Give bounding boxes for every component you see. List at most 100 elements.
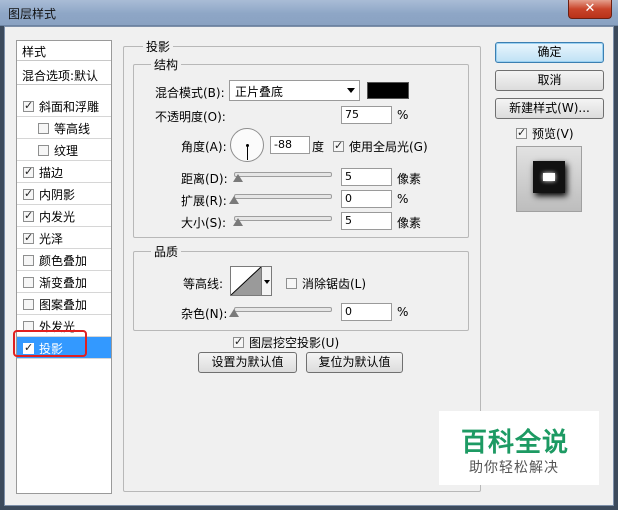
highlight-box <box>13 330 87 357</box>
antialias-checkbox[interactable]: 消除锯齿(L) <box>286 275 366 292</box>
antialias-label: 消除锯齿(L) <box>302 277 367 291</box>
checkbox-icon[interactable] <box>23 209 34 222</box>
checkbox-icon[interactable] <box>23 277 34 288</box>
chevron-down-icon <box>347 88 355 93</box>
spread-slider-thumb[interactable] <box>229 196 239 204</box>
watermark: 百科全说 助你轻松解决 <box>439 411 599 485</box>
blend-mode-select[interactable]: 正片叠底 <box>229 80 360 101</box>
style-list-item-label: 光泽 <box>39 232 64 246</box>
angle-unit: 度 <box>312 140 325 154</box>
size-slider-thumb[interactable] <box>233 218 243 226</box>
size-unit: 像素 <box>397 216 422 230</box>
drop-shadow-title: 投影 <box>143 38 174 55</box>
checkbox-icon[interactable] <box>23 299 34 310</box>
style-list-item[interactable]: 颜色叠加 <box>17 249 111 271</box>
opacity-input[interactable]: 75 <box>341 106 392 124</box>
style-list-item-label: 图案叠加 <box>39 298 88 312</box>
antialias-check-icon <box>286 278 297 289</box>
distance-unit: 像素 <box>397 172 422 186</box>
style-list-item[interactable]: 纹理 <box>17 139 111 161</box>
spread-slider-track[interactable] <box>234 194 332 199</box>
knockout-label: 图层挖空投影(U) <box>249 336 340 350</box>
style-list-item-label: 描边 <box>39 166 64 180</box>
blend-options-item[interactable]: 混合选项:默认 <box>17 65 111 85</box>
checkbox-icon[interactable] <box>38 145 49 156</box>
style-list-item[interactable]: 内发光 <box>17 205 111 227</box>
window-title: 图层样式 <box>8 7 57 21</box>
global-light-check-icon <box>333 139 344 152</box>
preview-label: 预览(V) <box>532 127 574 141</box>
new-style-button[interactable]: 新建样式(W)... <box>495 98 604 119</box>
blend-mode-label: 混合模式(B): <box>155 86 225 100</box>
style-list-item-label: 内阴影 <box>39 188 76 202</box>
watermark-subtitle: 助你轻松解决 <box>469 460 559 476</box>
opacity-unit: % <box>397 108 409 122</box>
distance-label: 距离(D): <box>181 172 228 186</box>
knockout-check-icon <box>233 335 244 348</box>
noise-input[interactable]: 0 <box>341 303 392 321</box>
style-list-item-label: 渐变叠加 <box>39 276 88 290</box>
checkbox-icon[interactable] <box>23 255 34 266</box>
ok-button[interactable]: 确定 <box>495 42 604 63</box>
dialog-body: 样式 混合选项:默认 斜面和浮雕等高线纹理描边内阴影内发光光泽颜色叠加渐变叠加图… <box>4 26 614 506</box>
global-light-label: 使用全局光(G) <box>349 140 428 154</box>
shadow-color-swatch[interactable] <box>367 82 409 99</box>
contour-label: 等高线: <box>183 277 224 291</box>
checkbox-icon[interactable] <box>23 99 34 112</box>
quality-title: 品质 <box>151 243 182 260</box>
distance-slider-track[interactable] <box>234 172 332 177</box>
style-list-header[interactable]: 样式 <box>17 41 111 61</box>
title-bar: 图层样式 ✕ <box>0 0 618 26</box>
noise-label: 杂色(N): <box>181 307 228 321</box>
angle-input[interactable]: -88 <box>270 136 310 154</box>
distance-slider-thumb[interactable] <box>233 174 243 182</box>
checkbox-icon[interactable] <box>38 123 49 134</box>
cancel-button[interactable]: 取消 <box>495 70 604 91</box>
style-list-item[interactable]: 渐变叠加 <box>17 271 111 293</box>
style-list: 样式 混合选项:默认 斜面和浮雕等高线纹理描边内阴影内发光光泽颜色叠加渐变叠加图… <box>16 40 112 494</box>
structure-title: 结构 <box>151 56 182 73</box>
make-default-button[interactable]: 设置为默认值 <box>198 352 297 373</box>
noise-slider-track[interactable] <box>234 307 332 312</box>
contour-picker[interactable] <box>230 266 262 296</box>
preview-check-icon <box>516 126 527 139</box>
preview-glow <box>543 173 555 181</box>
checkbox-icon[interactable] <box>23 187 34 200</box>
preview-thumbnail <box>516 146 582 212</box>
style-list-item[interactable]: 图案叠加 <box>17 293 111 315</box>
angle-label: 角度(A): <box>181 140 227 154</box>
opacity-label: 不透明度(O): <box>155 110 226 124</box>
global-light-checkbox[interactable]: 使用全局光(G) <box>333 138 428 155</box>
style-list-item[interactable]: 描边 <box>17 161 111 183</box>
reset-default-button[interactable]: 复位为默认值 <box>306 352 403 373</box>
knockout-checkbox[interactable]: 图层挖空投影(U) <box>233 334 339 351</box>
size-input[interactable]: 5 <box>341 212 392 230</box>
style-list-item-label: 纹理 <box>54 144 79 158</box>
style-list-item[interactable]: 斜面和浮雕 <box>17 95 111 117</box>
style-list-item[interactable]: 内阴影 <box>17 183 111 205</box>
spread-label: 扩展(R): <box>181 194 227 208</box>
contour-dropdown[interactable] <box>262 266 272 296</box>
blend-mode-value: 正片叠底 <box>235 85 284 99</box>
angle-center-dot <box>246 144 249 147</box>
angle-dial[interactable] <box>230 128 264 162</box>
size-slider-track[interactable] <box>234 216 332 221</box>
style-list-item[interactable]: 等高线 <box>17 117 111 139</box>
style-list-item-label: 颜色叠加 <box>39 254 88 268</box>
distance-input[interactable]: 5 <box>341 168 392 186</box>
preview-shape <box>533 161 565 193</box>
spread-input[interactable]: 0 <box>341 190 392 208</box>
close-button[interactable]: ✕ <box>568 0 612 19</box>
checkbox-icon[interactable] <box>23 165 34 178</box>
style-list-item-label: 内发光 <box>39 210 76 224</box>
style-list-item-label: 等高线 <box>54 122 91 136</box>
noise-slider-thumb[interactable] <box>229 309 239 317</box>
style-list-item[interactable]: 光泽 <box>17 227 111 249</box>
checkbox-icon[interactable] <box>23 231 34 244</box>
angle-needle <box>247 145 248 160</box>
preview-checkbox[interactable]: 预览(V) <box>516 125 574 142</box>
style-list-item-label: 斜面和浮雕 <box>39 100 100 114</box>
watermark-title: 百科全说 <box>461 428 570 458</box>
noise-unit: % <box>397 305 409 319</box>
size-label: 大小(S): <box>181 216 227 230</box>
